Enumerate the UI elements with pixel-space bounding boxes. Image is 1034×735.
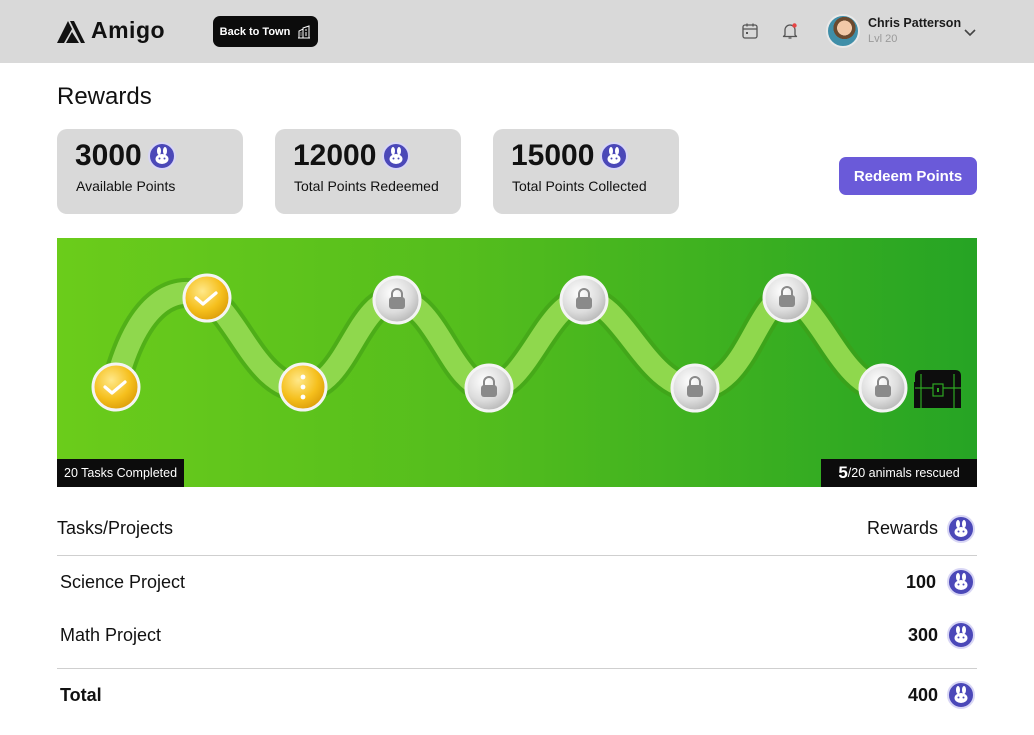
animals-rescued-badge: 5 /20 animals rescued <box>821 459 977 487</box>
node-completed[interactable] <box>182 273 232 323</box>
total-collected-value: 15000 <box>511 139 595 172</box>
chevron-down-icon[interactable] <box>963 25 977 39</box>
building-icon <box>298 24 311 38</box>
bunny-coin-icon <box>382 142 411 170</box>
available-points-label: Available Points <box>76 178 176 194</box>
bell-icon[interactable] <box>781 22 799 40</box>
node-locked[interactable] <box>559 275 609 325</box>
node-locked[interactable] <box>372 275 422 325</box>
mountain-logo-icon <box>57 20 85 43</box>
bunny-coin-icon <box>600 142 629 170</box>
treasure-chest-icon[interactable] <box>914 370 961 408</box>
back-to-town-label: Back to Town <box>219 25 291 38</box>
rewards-column-header: Rewards <box>867 518 939 538</box>
node-completed[interactable] <box>91 362 141 412</box>
total-redeemed-value: 12000 <box>293 139 377 172</box>
user-level: Lvl 20 <box>868 33 898 45</box>
available-points-value: 3000 <box>75 139 142 172</box>
tasks-column-header: Tasks/Projects <box>57 518 174 538</box>
avatar[interactable] <box>826 14 860 48</box>
progress-map: 20 Tasks Completed 5 /20 animals rescued <box>57 238 977 487</box>
table-row-name: Science Project <box>60 572 186 592</box>
table-row-name: Math Project <box>60 625 162 645</box>
total-points-collected-card: 15000 Total Points Collected <box>493 129 679 214</box>
bunny-coin-icon <box>947 568 975 596</box>
total-redeemed-value-row: 12000 <box>293 139 411 173</box>
animals-rescued-total: /20 animals rescued <box>847 466 960 480</box>
page-title: Rewards <box>57 83 152 110</box>
total-collected-label: Total Points Collected <box>512 178 647 194</box>
brand-logo[interactable]: Amigo <box>57 17 165 44</box>
user-name: Chris Patterson <box>868 16 962 30</box>
progress-path <box>91 273 961 413</box>
total-label: Total <box>60 685 102 705</box>
brand-name: Amigo <box>91 17 166 43</box>
available-points-value-row: 3000 <box>75 139 176 173</box>
total-points: 400 <box>907 685 938 705</box>
bunny-coin-icon <box>947 515 975 543</box>
total-redeemed-label: Total Points Redeemed <box>294 178 439 194</box>
node-locked[interactable] <box>670 363 720 413</box>
bunny-coin-icon <box>947 621 975 649</box>
table-row-points: 100 <box>905 572 936 592</box>
bunny-coin-icon <box>947 681 975 709</box>
node-locked[interactable] <box>858 363 908 413</box>
available-points-card: 3000 Available Points <box>57 129 243 214</box>
bunny-coin-icon <box>147 142 176 170</box>
node-in-progress[interactable] <box>278 362 328 412</box>
animals-rescued-count: 5 <box>838 463 848 482</box>
total-collected-value-row: 15000 <box>511 139 629 173</box>
node-locked[interactable] <box>762 273 812 323</box>
back-to-town-button[interactable]: Back to Town <box>213 16 318 47</box>
tasks-completed-badge: 20 Tasks Completed <box>57 459 185 487</box>
top-bar: Amigo Back to Town Chris Patterson Lvl 2… <box>0 0 1034 63</box>
node-locked[interactable] <box>464 363 514 413</box>
table-row-points: 300 <box>907 625 938 645</box>
calendar-icon[interactable] <box>741 22 759 40</box>
table-divider <box>57 668 977 669</box>
table-divider <box>57 555 977 556</box>
total-points-redeemed-card: 12000 Total Points Redeemed <box>275 129 461 214</box>
redeem-points-button[interactable]: Redeem Points <box>839 157 977 195</box>
